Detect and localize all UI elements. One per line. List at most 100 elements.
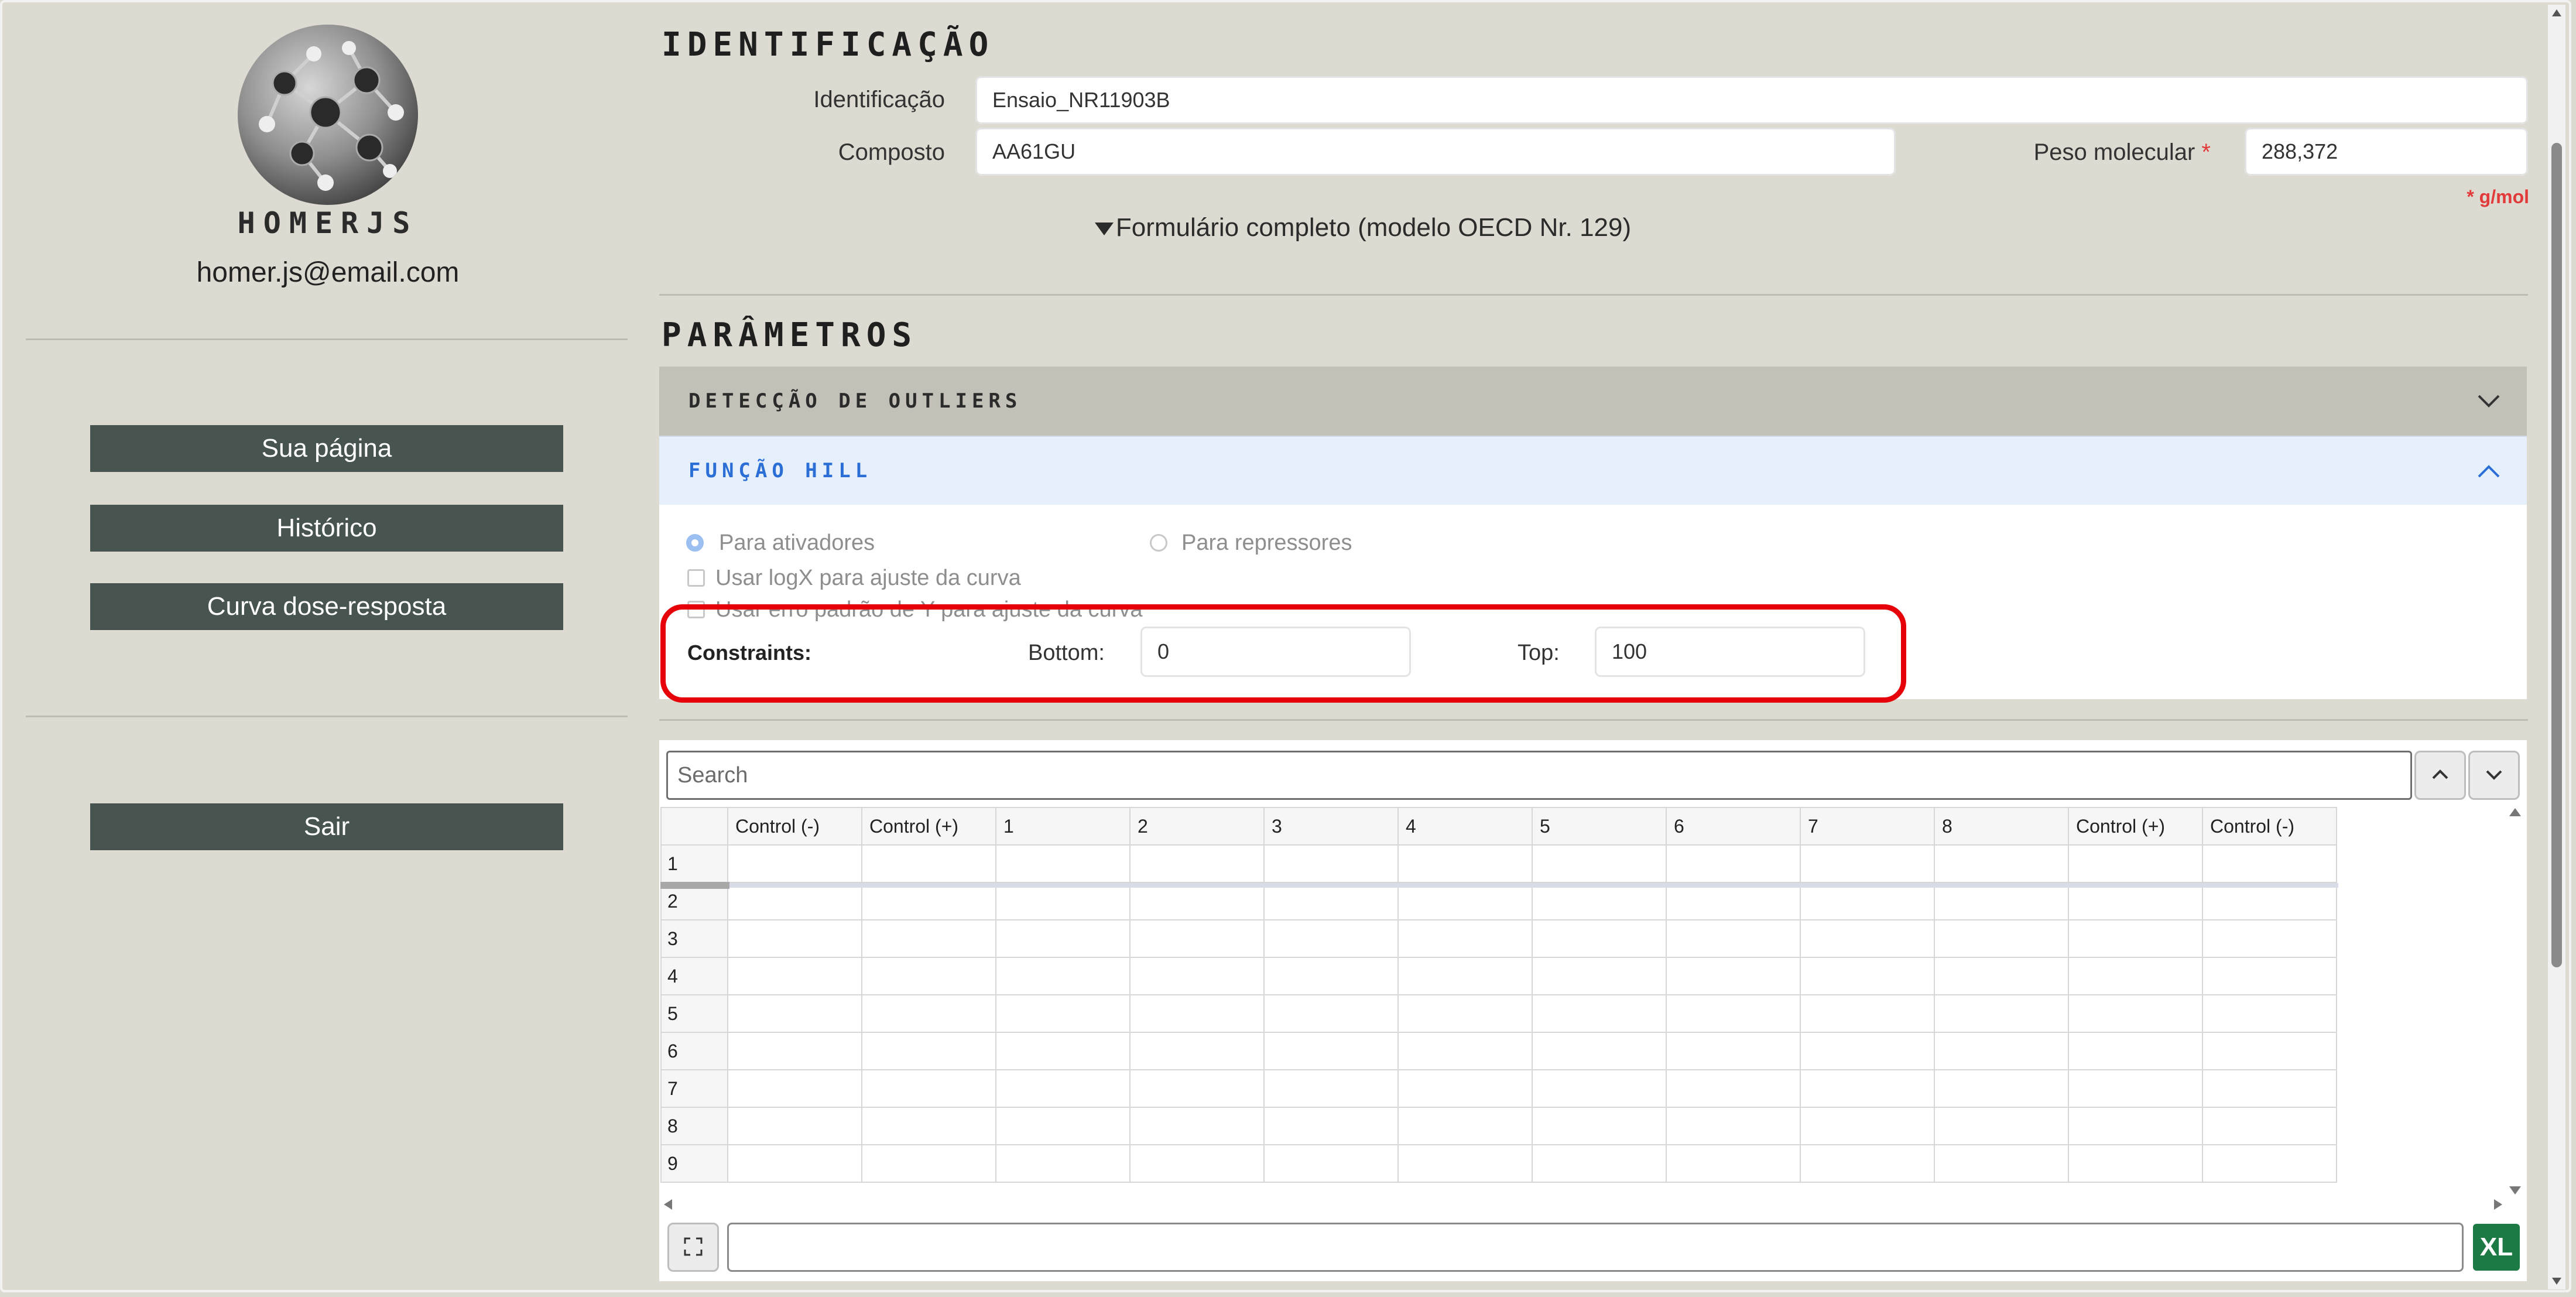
nav-history-button[interactable]: Histórico <box>90 505 563 552</box>
table-cell[interactable] <box>1532 882 1667 920</box>
table-cell[interactable] <box>1934 1032 2069 1070</box>
row-resize-handle[interactable] <box>660 882 729 889</box>
table-cell[interactable] <box>1532 1069 1667 1108</box>
row-header[interactable]: 6 <box>660 1032 728 1070</box>
table-cell[interactable] <box>1666 994 1801 1033</box>
table-cell[interactable] <box>2202 1144 2337 1183</box>
search-next-button[interactable] <box>2468 751 2520 800</box>
table-cell[interactable] <box>2202 1107 2337 1145</box>
column-header[interactable]: Control (+) <box>861 807 996 846</box>
table-cell[interactable] <box>2202 919 2337 958</box>
table-cell[interactable] <box>1666 1032 1801 1070</box>
table-cell[interactable] <box>727 919 862 958</box>
table-cell[interactable] <box>727 1107 862 1145</box>
table-cell[interactable] <box>1397 844 1533 883</box>
table-cell[interactable] <box>1263 844 1399 883</box>
table-cell[interactable] <box>995 1069 1131 1108</box>
logout-button[interactable]: Sair <box>90 803 563 850</box>
table-cell[interactable] <box>1666 1144 1801 1183</box>
column-header[interactable]: 8 <box>1934 807 2069 846</box>
table-cell[interactable] <box>727 1069 862 1108</box>
table-cell[interactable] <box>2202 882 2337 920</box>
table-cell[interactable] <box>727 844 862 883</box>
table-cell[interactable] <box>2068 1032 2203 1070</box>
table-cell[interactable] <box>1532 1107 1667 1145</box>
table-cell[interactable] <box>2068 1069 2203 1108</box>
page-scrollbar[interactable] <box>2548 5 2565 1289</box>
column-header[interactable]: Control (-) <box>727 807 862 846</box>
table-cell[interactable] <box>1129 1107 1265 1145</box>
table-cell[interactable] <box>1800 919 1935 958</box>
table-cell[interactable] <box>2068 882 2203 920</box>
table-cell[interactable] <box>1532 1144 1667 1183</box>
column-header[interactable]: 5 <box>1532 807 1667 846</box>
checkbox-logx[interactable] <box>687 569 705 587</box>
table-cell[interactable] <box>2068 957 2203 995</box>
table-cell[interactable] <box>1397 1032 1533 1070</box>
identificacao-input[interactable] <box>975 76 2528 124</box>
radio-repressors[interactable] <box>1150 534 1167 552</box>
table-cell[interactable] <box>2202 957 2337 995</box>
table-cell[interactable] <box>1263 1107 1399 1145</box>
table-cell[interactable] <box>861 1144 996 1183</box>
table-cell[interactable] <box>1666 1107 1801 1145</box>
table-cell[interactable] <box>2068 844 2203 883</box>
table-cell[interactable] <box>1800 844 1935 883</box>
table-cell[interactable] <box>1800 1032 1935 1070</box>
table-cell[interactable] <box>727 994 862 1033</box>
table-cell[interactable] <box>2068 1144 2203 1183</box>
table-cell[interactable] <box>1532 1032 1667 1070</box>
table-cell[interactable] <box>1532 844 1667 883</box>
table-cell[interactable] <box>1129 1144 1265 1183</box>
table-cell[interactable] <box>2068 1107 2203 1145</box>
table-cell[interactable] <box>2068 994 2203 1033</box>
search-prev-button[interactable] <box>2414 751 2466 800</box>
horizontal-scrollbar[interactable] <box>664 1198 2502 1211</box>
table-cell[interactable] <box>861 919 996 958</box>
accordion-hill[interactable]: FUNÇÃO HILL <box>659 436 2527 505</box>
column-header[interactable]: 2 <box>1129 807 1265 846</box>
row-header[interactable]: 4 <box>660 957 728 995</box>
table-cell[interactable] <box>1800 994 1935 1033</box>
row-header[interactable]: 7 <box>660 1069 728 1108</box>
table-cell[interactable] <box>2202 994 2337 1033</box>
table-cell[interactable] <box>1934 844 2069 883</box>
table-cell[interactable] <box>1263 1032 1399 1070</box>
nav-dose-response-button[interactable]: Curva dose-resposta <box>90 583 563 630</box>
table-cell[interactable] <box>1263 882 1399 920</box>
table-cell[interactable] <box>1934 957 2069 995</box>
scroll-right-icon[interactable] <box>2494 1199 2502 1210</box>
column-header[interactable]: 3 <box>1263 807 1399 846</box>
table-cell[interactable] <box>1397 1107 1533 1145</box>
scroll-down-icon[interactable] <box>2509 1186 2521 1195</box>
row-header[interactable]: 1 <box>660 844 728 883</box>
table-cell[interactable] <box>995 957 1131 995</box>
scroll-left-icon[interactable] <box>664 1199 672 1210</box>
vertical-scrollbar[interactable] <box>2509 808 2521 1195</box>
scroll-up-icon[interactable] <box>2509 808 2521 816</box>
table-cell[interactable] <box>861 1069 996 1108</box>
table-cell[interactable] <box>1397 882 1533 920</box>
column-header[interactable]: 4 <box>1397 807 1533 846</box>
column-header[interactable]: 6 <box>1666 807 1801 846</box>
table-cell[interactable] <box>2068 919 2203 958</box>
table-cell[interactable] <box>1934 1107 2069 1145</box>
table-cell[interactable] <box>1129 957 1265 995</box>
table-cell[interactable] <box>1129 994 1265 1033</box>
table-cell[interactable] <box>727 957 862 995</box>
table-cell[interactable] <box>1129 1069 1265 1108</box>
table-cell[interactable] <box>1800 882 1935 920</box>
fullscreen-button[interactable] <box>667 1223 719 1272</box>
formula-bar[interactable] <box>727 1223 2464 1272</box>
table-cell[interactable] <box>1129 919 1265 958</box>
table-cell[interactable] <box>1934 919 2069 958</box>
table-cell[interactable] <box>995 1144 1131 1183</box>
table-cell[interactable] <box>1934 1069 2069 1108</box>
table-cell[interactable] <box>1397 919 1533 958</box>
table-cell[interactable] <box>1934 994 2069 1033</box>
column-header[interactable]: 7 <box>1800 807 1935 846</box>
table-cell[interactable] <box>995 994 1131 1033</box>
table-cell[interactable] <box>861 994 996 1033</box>
table-cell[interactable] <box>1397 957 1533 995</box>
composto-input[interactable] <box>975 128 1896 176</box>
